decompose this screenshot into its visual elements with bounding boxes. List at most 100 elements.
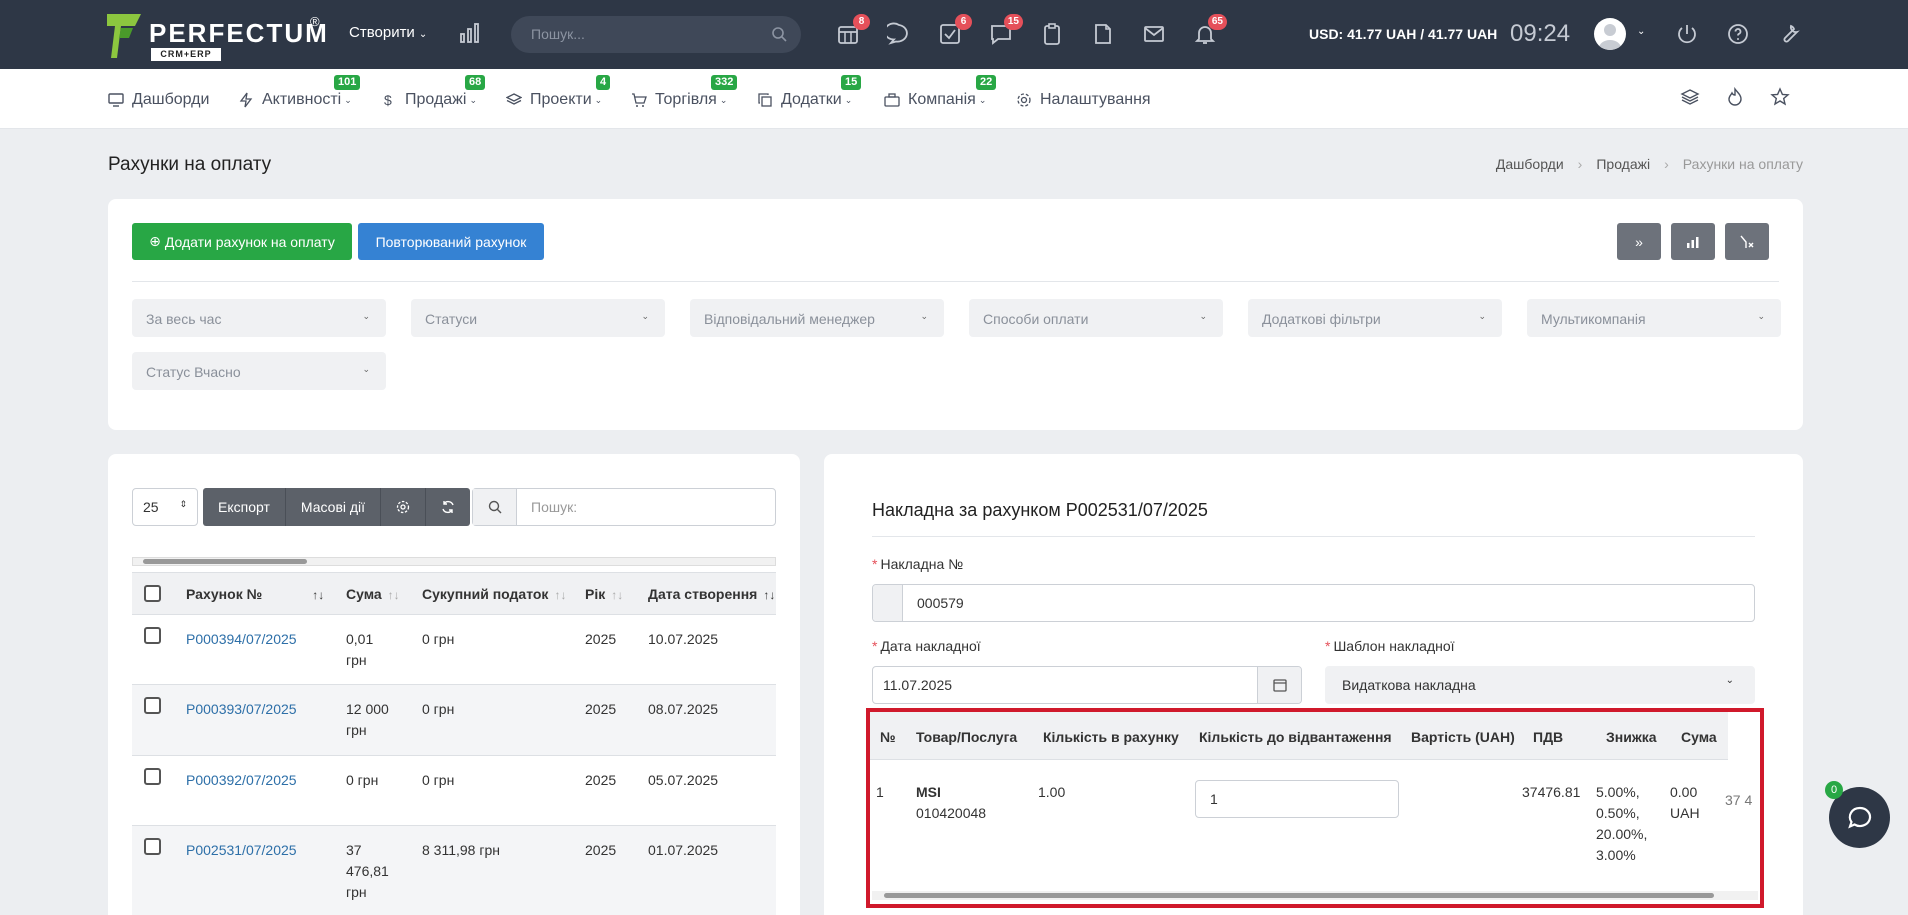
col-sum[interactable]: Сума ↑↓ [346,586,400,602]
invoice-tax: 0 грн [422,772,455,788]
col-tax[interactable]: Сукупний податок ↑↓ [422,586,566,602]
recurring-invoice-button[interactable]: Повторюваний рахунок [358,223,544,260]
scrollbar-thumb[interactable] [884,893,1714,898]
file-icon[interactable] [1091,22,1117,48]
multicompany-select[interactable]: Мультикомпанія ⌄ [1527,299,1781,337]
col-number-label: Рахунок № [186,586,263,602]
col-created[interactable]: Дата створення ↑↓ [648,586,775,602]
manager-select[interactable]: Відповідальний менеджер ⌄ [690,299,944,337]
expand-button[interactable]: » [1617,223,1661,260]
nav-item-trade[interactable]: Торгівля ⌄ 332 [631,75,738,111]
waybill-number-label: * Накладна № [872,556,963,572]
nav-item-settings[interactable]: Налаштування [1016,89,1151,111]
waybill-template-select[interactable]: Видаткова накладна ⌄ [1325,666,1755,704]
chat-icon[interactable] [883,22,913,48]
col-year[interactable]: Рік ↑↓ [585,586,623,602]
tasks-icon[interactable]: 6 [938,14,972,48]
waybill-date-field[interactable]: 11.07.2025 [872,666,1302,704]
chevron-down-icon[interactable]: ⌄ [1637,26,1645,37]
logo[interactable]: PERFECTUM ® CRM+ERP [107,14,327,61]
bolt-icon [239,92,253,108]
export-button[interactable]: Експорт [203,488,286,526]
refresh-button[interactable] [426,488,470,526]
mail-icon[interactable] [1142,22,1168,48]
col-created-label: Дата створення [648,586,758,602]
star-icon[interactable] [1770,87,1790,107]
nav-item-label: Проекти [530,91,592,108]
extra-filters-select-value: Додаткові фільтри [1262,311,1381,327]
row-checkbox[interactable] [144,768,161,785]
help-icon[interactable] [1726,22,1752,48]
waybill-number-field[interactable]: 000579 [872,584,1755,622]
nav-item-dashboards[interactable]: Дашборди [108,89,209,111]
stats-button[interactable] [1671,223,1715,260]
invoice-date: 01.07.2025 [648,842,719,858]
clipboard-icon[interactable] [1040,22,1066,48]
calendar-icon[interactable] [1257,667,1301,703]
nav-item-addons[interactable]: Додатки ⌄ 15 [757,75,862,111]
chat-widget-button[interactable]: 0 [1825,781,1890,848]
nav-item-activities[interactable]: Активності ⌄ 101 [238,75,361,111]
col-number[interactable]: Рахунок № ↑↓ [186,586,324,602]
status-select[interactable]: Статуси ⌄ [411,299,665,337]
nav-item-sales[interactable]: $ Продажі ⌄ 68 [381,75,486,111]
calendar-badge: 8 [853,14,870,30]
period-select[interactable]: За весь час ⌄ [132,299,386,337]
breadcrumb-sales[interactable]: Продажі [1596,156,1650,172]
avatar[interactable] [1594,18,1626,50]
invoice-sum: 12 000 грн [346,701,389,738]
bulk-actions-button[interactable]: Масові дії [286,488,382,526]
divider [872,536,1755,537]
create-menu[interactable]: Створити ⌄ [349,24,427,41]
table-row[interactable]: P000392/07/2025 0 грн 0 грн 2025 05.07.2… [132,756,776,826]
logo-subtext: CRM+ERP [151,48,221,61]
item-qty-ship-input[interactable]: 1 [1195,780,1399,818]
add-invoice-button[interactable]: ⊕ Додати рахунок на оплату [132,223,352,260]
messages-icon[interactable]: 15 [989,14,1023,48]
table-scrollbar[interactable] [132,557,776,566]
page-size-select[interactable]: 25 ⇕ [132,488,198,526]
vchasno-status-select[interactable]: Статус Вчасно ⌄ [132,352,386,390]
bar-chart-icon[interactable] [459,22,481,44]
scrollbar-thumb[interactable] [143,559,307,564]
chevron-down-icon: ⌄ [1478,311,1486,321]
briefcase-icon [884,93,900,107]
layers-icon[interactable] [1680,87,1700,107]
col-qty-ship: Кількість до відвантаження [1199,729,1392,745]
invoice-number-link[interactable]: P002531/07/2025 [186,840,297,861]
sort-icon: ↑↓ [763,588,776,602]
row-checkbox[interactable] [144,627,161,644]
sort-arrows-icon: ⇕ [179,499,187,509]
column-settings-button[interactable] [381,488,427,526]
extra-filters-select[interactable]: Додаткові фільтри ⌄ [1248,299,1502,337]
breadcrumb-dashboards[interactable]: Дашборди [1496,156,1564,172]
fire-icon[interactable] [1725,87,1745,107]
calendar-icon[interactable]: 8 [836,14,870,48]
clear-filter-button[interactable] [1725,223,1769,260]
row-checkbox[interactable] [144,838,161,855]
waybill-items-scrollbar[interactable] [872,891,1758,900]
search-icon [473,489,517,525]
table-row[interactable]: P002531/07/2025 37 476,81 грн 8 311,98 г… [132,826,776,915]
table-search[interactable]: Пошук: [472,488,776,526]
invoice-number-link[interactable]: P000393/07/2025 [186,699,297,720]
payment-method-select[interactable]: Способи оплати ⌄ [969,299,1223,337]
nav-item-projects[interactable]: Проекти ⌄ 4 [506,75,611,111]
select-all-checkbox[interactable] [144,585,161,602]
item-discount-line: 5.00%, [1596,784,1640,800]
global-search[interactable]: Пошук... [511,16,801,53]
invoice-number-link[interactable]: P000392/07/2025 [186,770,297,791]
power-icon[interactable] [1675,22,1701,48]
table-row[interactable]: P000394/07/2025 0,01 грн 0 грн 2025 10.0… [132,615,776,685]
nav-item-company[interactable]: Компанія ⌄ 22 [884,75,997,111]
col-price: Вартість (UAH) [1411,729,1515,745]
multicompany-select-value: Мультикомпанія [1541,311,1646,327]
invoice-number-link[interactable]: P000394/07/2025 [186,629,297,650]
row-checkbox[interactable] [144,697,161,714]
bulk-actions-label: Масові дії [300,499,366,515]
filter-clear-icon [1740,235,1754,248]
gear-icon [1017,93,1031,107]
wrench-icon[interactable] [1777,22,1803,48]
table-row[interactable]: P000393/07/2025 12 000 грн 0 грн 2025 08… [132,685,776,756]
bell-icon[interactable]: 65 [1193,14,1227,48]
